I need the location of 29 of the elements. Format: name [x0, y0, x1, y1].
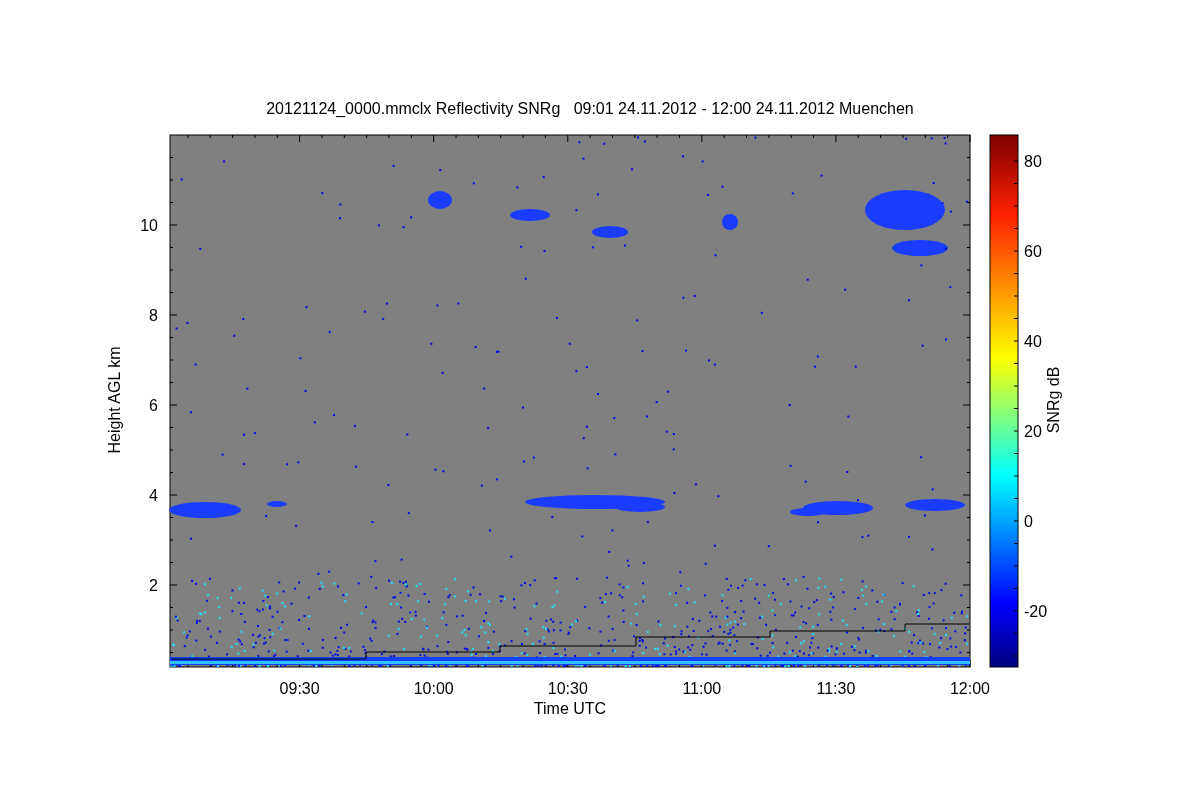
x-tick-label: 11:00: [682, 680, 722, 697]
colorbar-label: SNRg dB: [1045, 366, 1062, 434]
y-tick-label: 8: [149, 307, 158, 324]
x-tick-label: 11:30: [816, 680, 856, 697]
y-tick-label: 6: [149, 397, 158, 414]
colorbar-tick-label: 60: [1024, 243, 1042, 260]
y-axis-label: Height AGL km: [106, 346, 123, 454]
echo-patch: [169, 502, 241, 518]
colorbar-tick-label: 0: [1024, 513, 1033, 530]
echo-patch: [267, 501, 287, 507]
echo-patch: [892, 240, 948, 256]
echo-patch: [428, 191, 452, 209]
x-tick-label: 09:30: [279, 680, 320, 697]
chart-title: 20121124_0000.mmclx Reflectivity SNRg 09:01 24.11.2012 - 12:00 24.11.2012 Muenchen: [266, 100, 914, 117]
x-axis-label: Time UTC: [533, 700, 607, 717]
echo-patch: [592, 226, 628, 238]
colorbar-tick-label: 20: [1024, 423, 1042, 440]
y-tick-label: 4: [149, 487, 158, 504]
colorbar-tick-label: -20: [1024, 603, 1048, 620]
x-tick-label: 10:30: [547, 680, 588, 697]
y-tick-label: 10: [140, 217, 158, 234]
echo-patch: [722, 214, 738, 230]
x-tick-label: 12:00: [950, 680, 990, 697]
y-tick-label: 2: [149, 577, 158, 594]
echo-patch: [905, 499, 965, 511]
echo-patch: [510, 209, 550, 221]
colorbar-tick-label: 80: [1024, 153, 1042, 170]
x-tick-label: 10:00: [413, 680, 454, 697]
colorbar-tick-label: 40: [1024, 333, 1042, 350]
